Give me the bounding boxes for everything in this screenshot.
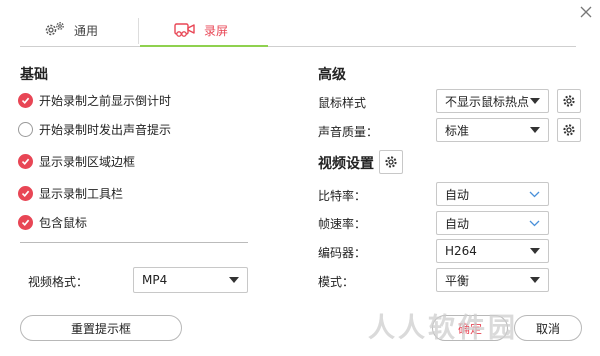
mouse-style-value: 不显示鼠标热点 [445, 94, 530, 109]
video-format-select[interactable]: MP4 [133, 267, 248, 293]
framerate-label: 帧速率： [318, 217, 367, 231]
checkbox-checked-icon [18, 93, 33, 108]
active-tab-underline [140, 45, 268, 47]
framerate-select[interactable]: 自动 [436, 211, 549, 235]
encoder-label: 编码器： [318, 246, 367, 260]
caret-down-icon [530, 269, 540, 291]
gear-icon [563, 124, 575, 136]
gear-icon [385, 156, 397, 168]
mouse-style-select[interactable]: 不显示鼠标热点 [436, 89, 549, 113]
advanced-section-title: 高级 [318, 67, 346, 83]
caret-down-icon [229, 268, 239, 292]
audio-quality-settings-button[interactable] [557, 118, 581, 142]
close-icon [580, 6, 592, 18]
option-mouse-label: 包含鼠标 [39, 216, 88, 230]
bitrate-select[interactable]: 自动 [436, 182, 549, 206]
checkbox-checked-icon [18, 154, 33, 169]
reset-prompts-button[interactable]: 重置提示框 [20, 315, 182, 341]
mode-label: 模式： [318, 275, 355, 289]
option-mouse[interactable]: 包含鼠标 [18, 214, 87, 231]
framerate-value: 自动 [445, 216, 470, 231]
option-sound-label: 开始录制时发出声音提示 [39, 123, 172, 137]
gear-icon [563, 95, 575, 107]
tab-general-label: 通用 [74, 23, 99, 38]
audio-quality-value: 标准 [445, 123, 470, 138]
caret-down-icon [530, 240, 540, 262]
video-section-title: 视频设置 [318, 156, 374, 172]
bitrate-value: 自动 [445, 187, 470, 202]
tab-separator-line [20, 46, 576, 47]
gears-icon [44, 21, 66, 40]
option-toolbar-label: 显示录制工具栏 [39, 187, 124, 201]
tab-recording-label: 录屏 [204, 23, 229, 38]
mouse-style-label: 鼠标样式 [318, 96, 367, 110]
video-camera-icon [174, 21, 196, 40]
tab-divider [138, 18, 139, 44]
mode-select[interactable]: 平衡 [436, 268, 549, 292]
option-countdown[interactable]: 开始录制之前显示倒计时 [18, 92, 171, 109]
audio-quality-select[interactable]: 标准 [436, 118, 549, 142]
bitrate-label: 比特率： [318, 189, 367, 203]
video-settings-button[interactable] [379, 150, 403, 174]
cancel-button[interactable]: 取消 [514, 315, 582, 341]
checkbox-unchecked-icon [18, 122, 33, 137]
chevron-down-icon [529, 212, 540, 234]
encoder-value: H264 [445, 244, 477, 258]
basic-divider [20, 242, 248, 243]
checkbox-checked-icon [18, 215, 33, 230]
mode-value: 平衡 [445, 273, 470, 288]
option-border-label: 显示录制区域边框 [39, 155, 136, 169]
mouse-style-settings-button[interactable] [557, 89, 581, 113]
tab-general[interactable]: 通用 [44, 14, 98, 46]
video-format-label: 视频格式： [28, 275, 89, 289]
encoder-select[interactable]: H264 [436, 239, 549, 263]
watermark: 人人软件园 [368, 313, 518, 344]
caret-down-icon [530, 119, 540, 141]
chevron-down-icon [529, 183, 540, 205]
tab-recording[interactable]: 录屏 [174, 14, 228, 46]
option-countdown-label: 开始录制之前显示倒计时 [39, 94, 172, 108]
close-button[interactable] [578, 4, 594, 20]
basic-section-title: 基础 [20, 67, 48, 83]
option-sound[interactable]: 开始录制时发出声音提示 [18, 121, 171, 138]
option-toolbar[interactable]: 显示录制工具栏 [18, 185, 123, 202]
audio-quality-label: 声音质量： [318, 125, 379, 139]
caret-down-icon [530, 90, 540, 112]
option-border[interactable]: 显示录制区域边框 [18, 153, 135, 170]
video-format-value: MP4 [142, 273, 168, 287]
checkbox-checked-icon [18, 186, 33, 201]
